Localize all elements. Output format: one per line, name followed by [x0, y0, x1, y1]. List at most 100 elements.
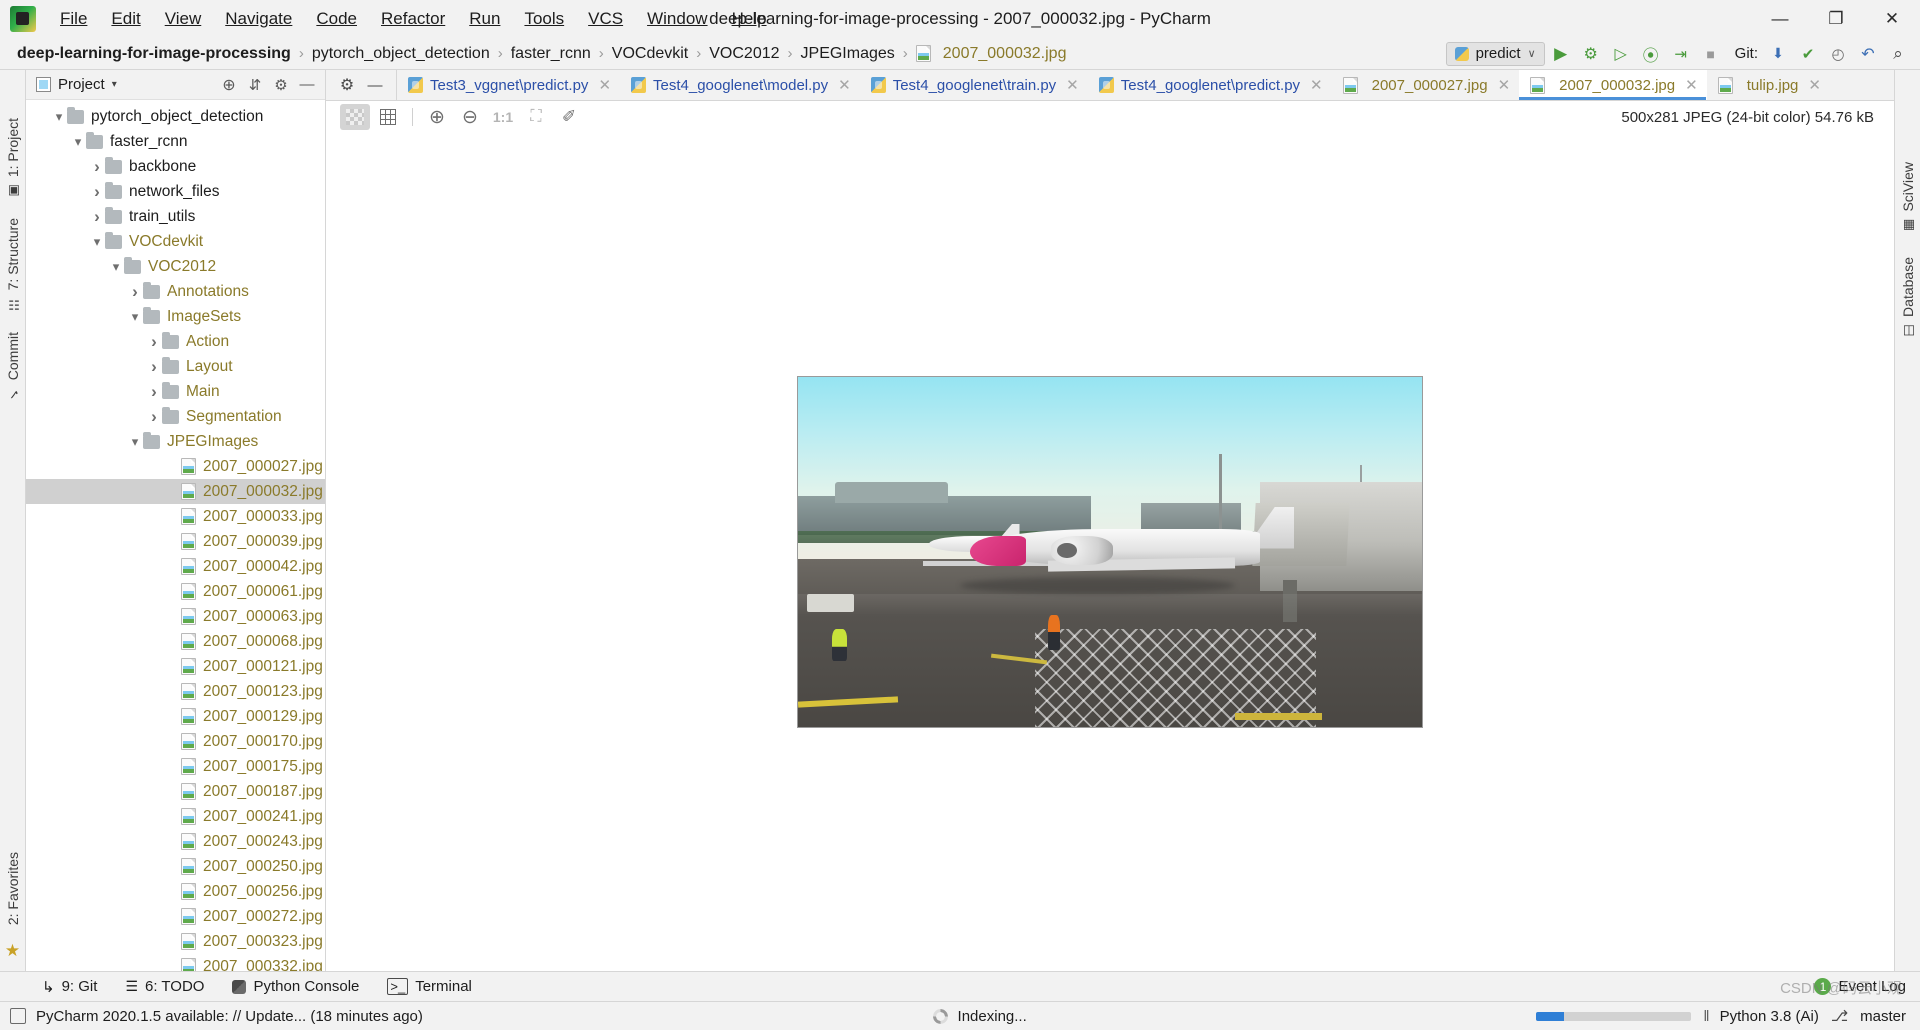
menu-help[interactable]: Help: [720, 5, 779, 33]
minimize-button[interactable]: —: [1752, 0, 1808, 38]
tree-folder-item[interactable]: pytorch_object_detection: [26, 104, 325, 129]
menu-vcs[interactable]: VCS: [576, 5, 635, 33]
menu-file[interactable]: File: [48, 5, 99, 33]
sidebar-item-sciview[interactable]: ▦ SciView: [1896, 150, 1920, 245]
chevron-down-icon[interactable]: [51, 110, 67, 124]
close-icon[interactable]: ✕: [1685, 76, 1698, 94]
close-button[interactable]: ✕: [1864, 0, 1920, 38]
chevron-right-icon[interactable]: [146, 408, 162, 425]
close-icon[interactable]: ✕: [1808, 76, 1821, 94]
menu-edit[interactable]: Edit: [99, 5, 152, 33]
close-icon[interactable]: ✕: [1066, 76, 1079, 94]
git-commit-button[interactable]: ✔: [1794, 41, 1822, 67]
chevron-down-icon[interactable]: [127, 310, 143, 324]
tree-file-item[interactable]: 2007_000061.jpg: [26, 579, 325, 604]
chevron-down-icon[interactable]: [70, 135, 86, 149]
editor-tab[interactable]: tulip.jpg ✕: [1707, 70, 1830, 100]
tree-file-item[interactable]: 2007_000332.jpg: [26, 954, 325, 971]
menu-view[interactable]: View: [153, 5, 214, 33]
locate-file-button[interactable]: ⊕: [217, 74, 241, 96]
tree-file-item[interactable]: 2007_000042.jpg: [26, 554, 325, 579]
git-history-button[interactable]: ◴: [1824, 41, 1852, 67]
git-update-button[interactable]: ⬇: [1764, 41, 1792, 67]
status-message[interactable]: PyCharm 2020.1.5 available: // Update...…: [36, 1008, 423, 1025]
hide-button[interactable]: —: [295, 74, 319, 96]
chevron-right-icon[interactable]: [146, 333, 162, 350]
search-icon[interactable]: ⌕: [1884, 41, 1912, 67]
image-canvas[interactable]: [326, 133, 1894, 971]
hide-editor-button[interactable]: —: [362, 73, 388, 97]
sidebar-item-commit[interactable]: ✓ Commit: [1, 322, 25, 411]
tree-file-item[interactable]: 2007_000032.jpg: [26, 479, 325, 504]
tree-file-item[interactable]: 2007_000123.jpg: [26, 679, 325, 704]
editor-tab[interactable]: 2007_000032.jpg ✕: [1519, 70, 1707, 100]
tree-file-item[interactable]: 2007_000175.jpg: [26, 754, 325, 779]
tool-window-todo[interactable]: ☰ 6: TODO: [113, 975, 216, 998]
menu-window[interactable]: Window: [635, 5, 719, 33]
editor-tab[interactable]: Test4_googlenet\train.py ✕: [860, 70, 1088, 100]
tool-window-python-console[interactable]: Python Console: [220, 975, 371, 998]
tree-file-item[interactable]: 2007_000187.jpg: [26, 779, 325, 804]
breadcrumb-faster-rcnn[interactable]: faster_rcnn: [508, 44, 594, 64]
close-icon[interactable]: ✕: [838, 76, 851, 94]
tree-folder-item[interactable]: Segmentation: [26, 404, 325, 429]
zoom-in-button[interactable]: ⊕: [422, 104, 452, 130]
tree-folder-item[interactable]: Annotations: [26, 279, 325, 304]
tree-file-item[interactable]: 2007_000068.jpg: [26, 629, 325, 654]
tool-window-terminal[interactable]: >_ Terminal: [375, 975, 484, 998]
tree-folder-item[interactable]: JPEGImages: [26, 429, 325, 454]
menu-navigate[interactable]: Navigate: [213, 5, 304, 33]
sidebar-item-database[interactable]: ◫ Database: [1896, 245, 1920, 350]
sidebar-item-favorites[interactable]: 2: Favorites: [1, 842, 25, 935]
tree-file-item[interactable]: 2007_000323.jpg: [26, 929, 325, 954]
tree-folder-item[interactable]: ImageSets: [26, 304, 325, 329]
tree-file-item[interactable]: 2007_000272.jpg: [26, 904, 325, 929]
tree-folder-item[interactable]: Layout: [26, 354, 325, 379]
chevron-right-icon[interactable]: [89, 183, 105, 200]
menu-tools[interactable]: Tools: [512, 5, 576, 33]
tree-file-item[interactable]: 2007_000170.jpg: [26, 729, 325, 754]
tree-file-item[interactable]: 2007_000256.jpg: [26, 879, 325, 904]
python-interpreter-label[interactable]: Python 3.8 (Ai): [1720, 1008, 1819, 1025]
chevron-right-icon[interactable]: [127, 283, 143, 300]
tree-file-item[interactable]: 2007_000243.jpg: [26, 829, 325, 854]
tree-file-item[interactable]: 2007_000033.jpg: [26, 504, 325, 529]
run-coverage-button[interactable]: ▷: [1607, 41, 1635, 67]
event-log-button[interactable]: Event Log: [1838, 978, 1906, 995]
breadcrumb-pytorch-object-detection[interactable]: pytorch_object_detection: [309, 44, 493, 64]
tree-folder-item[interactable]: backbone: [26, 154, 325, 179]
tree-file-item[interactable]: 2007_000027.jpg: [26, 454, 325, 479]
collapse-all-button[interactable]: ⇵: [243, 74, 267, 96]
status-memory-icon[interactable]: [10, 1008, 26, 1024]
close-icon[interactable]: ✕: [1310, 76, 1323, 94]
tree-file-item[interactable]: 2007_000250.jpg: [26, 854, 325, 879]
run-with-button[interactable]: ⇥: [1667, 41, 1695, 67]
chevron-right-icon[interactable]: [89, 208, 105, 225]
editor-settings-button[interactable]: ⚙: [334, 73, 360, 97]
pause-icon[interactable]: ‖: [1703, 1008, 1709, 1025]
maximize-button[interactable]: ❐: [1808, 0, 1864, 38]
close-icon[interactable]: ✕: [598, 76, 611, 94]
menu-refactor[interactable]: Refactor: [369, 5, 457, 33]
sidebar-item-project[interactable]: ▣ 1: Project: [1, 108, 25, 208]
color-picker-button[interactable]: ✐: [554, 104, 584, 130]
git-branch-label[interactable]: master: [1860, 1008, 1906, 1025]
tree-folder-item[interactable]: VOC2012: [26, 254, 325, 279]
toggle-grid-button[interactable]: [373, 104, 403, 130]
breadcrumb-jpegimages[interactable]: JPEGImages: [798, 44, 898, 64]
tree-folder-item[interactable]: faster_rcnn: [26, 129, 325, 154]
tool-window-git[interactable]: ↳ 9: Git: [30, 975, 109, 999]
tree-folder-item[interactable]: train_utils: [26, 204, 325, 229]
breadcrumb-vocdevkit[interactable]: VOCdevkit: [609, 44, 691, 64]
chevron-right-icon[interactable]: [146, 383, 162, 400]
chevron-down-icon[interactable]: ▾: [112, 79, 117, 90]
stop-button[interactable]: ■: [1697, 41, 1725, 67]
project-tree[interactable]: pytorch_object_detection faster_rcnnbackb…: [26, 100, 325, 971]
editor-tab[interactable]: Test4_googlenet\model.py ✕: [620, 70, 860, 100]
chevron-down-icon[interactable]: [127, 435, 143, 449]
sidebar-item-structure[interactable]: ☷ 7: Structure: [1, 208, 25, 321]
fit-to-window-button[interactable]: ⛶: [521, 104, 551, 130]
breadcrumb-current-file[interactable]: 2007_000032.jpg: [913, 44, 1070, 64]
tree-file-item[interactable]: 2007_000039.jpg: [26, 529, 325, 554]
run-configuration-selector[interactable]: predict ∨: [1445, 41, 1545, 66]
